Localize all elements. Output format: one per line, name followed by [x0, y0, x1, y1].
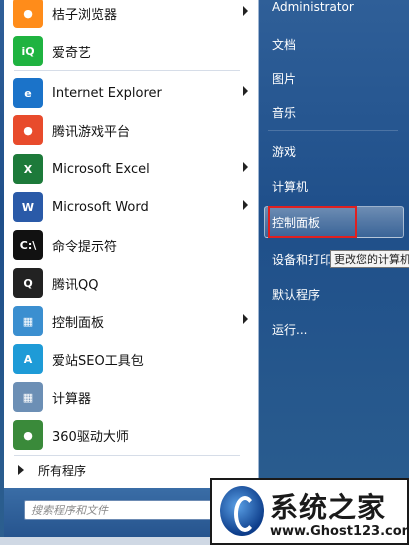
- program-item[interactable]: C:\ 命令提示符: [4, 226, 258, 264]
- program-label: 控制面板: [52, 315, 105, 331]
- submenu-arrow-icon[interactable]: [243, 200, 248, 210]
- search-input[interactable]: 搜索程序和文件: [24, 500, 234, 520]
- program-item[interactable]: X Microsoft Excel: [4, 150, 258, 188]
- internet-explorer-icon: e: [13, 78, 43, 108]
- program-label: 腾讯QQ: [52, 277, 99, 293]
- program-item[interactable]: ▦ 控制面板: [4, 302, 258, 340]
- program-item[interactable]: A 爱站SEO工具包: [4, 340, 258, 378]
- excel-icon: X: [13, 154, 43, 184]
- program-item[interactable]: ● 腾讯游戏平台: [4, 111, 258, 149]
- separator: [14, 455, 240, 456]
- pictures-link[interactable]: 图片: [272, 70, 296, 87]
- submenu-arrow-icon[interactable]: [243, 162, 248, 172]
- all-programs-label: 所有程序: [38, 463, 87, 478]
- program-item[interactable]: Q 腾讯QQ: [4, 264, 258, 302]
- devices-printers-link[interactable]: 设备和打印: [272, 251, 332, 268]
- submenu-arrow-icon[interactable]: [243, 6, 248, 16]
- program-item[interactable]: ▦ 计算器: [4, 378, 258, 416]
- control-panel-icon: ▦: [13, 306, 43, 336]
- watermark-logo-icon: [220, 486, 264, 536]
- site-watermark: 系统之家 www.Ghost123.com: [210, 478, 409, 545]
- run-link[interactable]: 运行...: [272, 321, 307, 338]
- orange-browser-icon: ●: [13, 0, 43, 28]
- program-item[interactable]: e Internet Explorer: [4, 74, 258, 112]
- default-programs-link[interactable]: 默认程序: [272, 286, 320, 303]
- arrow-right-icon: [18, 465, 24, 475]
- annotation-red-box: [268, 206, 357, 238]
- program-label: 命令提示符: [52, 239, 118, 255]
- tooltip-text: 更改您的计算机: [334, 253, 409, 266]
- music-link[interactable]: 音乐: [272, 104, 296, 121]
- word-icon: W: [13, 192, 43, 222]
- 360-driver-icon: ●: [13, 420, 43, 450]
- command-prompt-icon: C:\: [13, 230, 43, 260]
- watermark-logo-mark: [234, 496, 256, 532]
- submenu-arrow-icon[interactable]: [243, 314, 248, 324]
- tencent-games-icon: ●: [13, 115, 43, 145]
- aizhan-seo-icon: A: [13, 344, 43, 374]
- program-item[interactable]: iQ 爱奇艺: [4, 32, 258, 70]
- program-label: 桔子浏览器: [52, 7, 118, 23]
- documents-link[interactable]: 文档: [272, 36, 296, 53]
- control-panel-tooltip: 更改您的计算机: [330, 250, 409, 268]
- program-item[interactable]: W Microsoft Word: [4, 188, 258, 226]
- program-label: Microsoft Excel: [52, 161, 150, 177]
- search-placeholder: 搜索程序和文件: [31, 504, 108, 517]
- program-label: 计算器: [52, 391, 92, 407]
- program-label: 360驱动大师: [52, 429, 129, 445]
- program-item[interactable]: ● 360驱动大师: [4, 416, 258, 454]
- watermark-title: 系统之家: [270, 491, 387, 524]
- games-link[interactable]: 游戏: [272, 143, 296, 160]
- iqiyi-icon: iQ: [13, 36, 43, 66]
- qq-penguin-icon: Q: [13, 268, 43, 298]
- program-label: 爱奇艺: [52, 45, 92, 61]
- submenu-arrow-icon[interactable]: [243, 86, 248, 96]
- separator: [14, 70, 240, 71]
- computer-link[interactable]: 计算机: [272, 178, 308, 195]
- separator: [268, 130, 398, 131]
- calculator-icon: ▦: [13, 382, 43, 412]
- program-label: 腾讯游戏平台: [52, 124, 131, 140]
- program-label: 爱站SEO工具包: [52, 353, 144, 369]
- user-name-link[interactable]: Administrator: [272, 0, 354, 14]
- watermark-url: www.Ghost123.com: [270, 524, 409, 539]
- start-menu: ● 桔子浏览器 iQ 爱奇艺 e Internet Explorer ● 腾讯游戏平台 X Mic…: [0, 0, 409, 545]
- program-item[interactable]: ● 桔子浏览器: [4, 0, 258, 32]
- program-label: Microsoft Word: [52, 199, 149, 215]
- program-label: Internet Explorer: [52, 85, 162, 101]
